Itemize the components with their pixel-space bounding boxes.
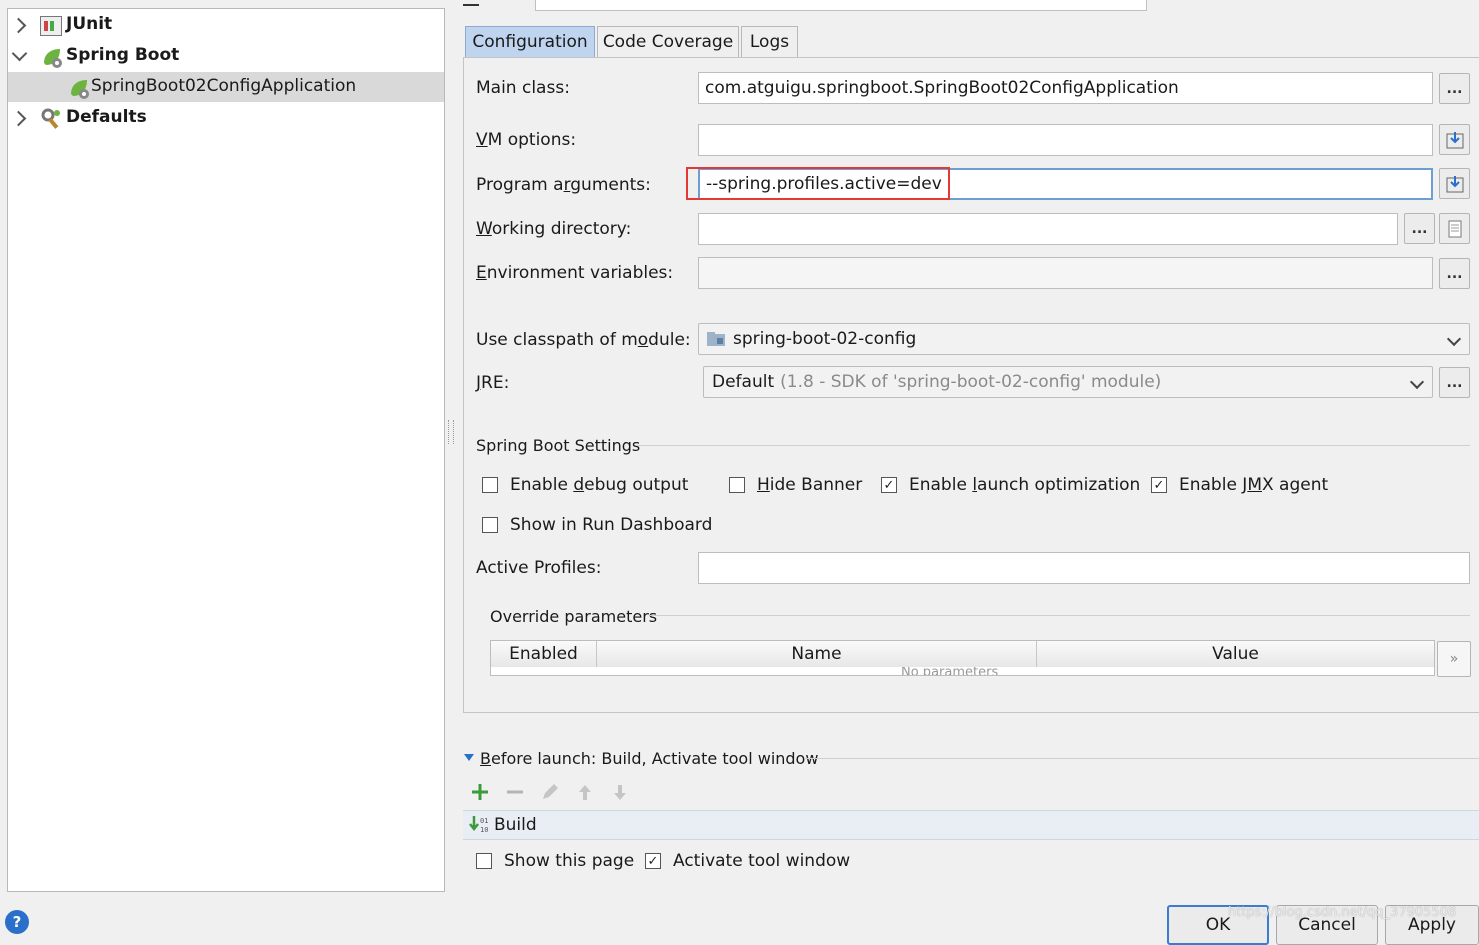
browse-working-dir-button[interactable]: ... [1404,213,1435,244]
jre-value: Default [712,372,775,392]
classpath-module-select[interactable]: spring-boot-02-config [698,323,1470,355]
tab-code-coverage[interactable]: Code Coverage [597,26,739,57]
tab-label: Logs [749,32,790,52]
watermark: https://blog.csdn.net/qq_37905508 [1228,905,1457,920]
expand-icon [1446,131,1463,148]
vm-options-field[interactable] [698,124,1433,156]
spring-boot-settings-title: Spring Boot Settings [476,436,641,455]
before-launch-title: Before launch: Build, Activate tool wind… [480,749,819,768]
chevron-down-icon[interactable] [11,45,28,62]
splitter-handle[interactable] [448,420,454,444]
ok-label: OK [1205,915,1231,935]
expand-program-args-button[interactable] [1439,168,1470,199]
chevron-down-icon [1446,331,1462,347]
activate-tool-window-checkbox[interactable]: ✓ [645,853,661,869]
show-in-run-dashboard-checkbox[interactable] [482,517,498,533]
expand-vm-options-button[interactable] [1439,124,1470,155]
override-parameters-title: Override parameters [490,607,658,626]
document-icon [1448,220,1461,237]
enable-launch-optimization-label: Enable launch optimization [909,475,1141,495]
remove-icon[interactable] [505,782,525,807]
before-launch-task-build[interactable]: 01 10 Build [463,810,1479,840]
classpath-module-value: spring-boot-02-config [733,329,917,349]
jre-label: JRE: [476,373,510,393]
tab-label: Code Coverage [602,32,734,52]
tree-item-label: Defaults [66,107,147,127]
tree-item-junit[interactable]: JUnit [8,10,444,40]
tree-item-spring-boot[interactable]: Spring Boot [8,41,444,71]
edit-pencil-icon[interactable] [540,782,560,807]
tab-label: Configuration [472,32,588,52]
classpath-label: Use classpath of module: [476,330,691,350]
tree-item-defaults[interactable]: Defaults [8,103,444,133]
add-icon[interactable] [470,782,490,807]
tree-item-label: Spring Boot [66,45,180,65]
chevron-right-icon[interactable] [10,17,27,34]
browse-main-class-button[interactable]: ... [1439,73,1470,104]
separator [650,615,1470,616]
empty-text: No parameters [901,667,999,675]
enable-debug-output-checkbox[interactable] [482,477,498,493]
column-header-name[interactable]: Name [597,641,1037,667]
table-empty-area: No parameters [491,667,1434,675]
main-class-field[interactable]: com.atguigu.springboot.SpringBoot02Confi… [698,72,1433,104]
active-profiles-label: Active Profiles: [476,558,602,578]
jre-detail: (1.8 - SDK of 'spring-boot-02-config' mo… [780,372,1162,392]
move-up-icon[interactable] [575,782,595,807]
show-this-page-label: Show this page [504,851,635,871]
tab-configuration[interactable]: Configuration [465,26,595,57]
task-label: Build [494,815,537,835]
junit-icon [40,16,62,36]
working-dir-field[interactable] [698,213,1398,245]
highlight-box [686,167,950,200]
spring-boot-icon [40,45,64,74]
enable-debug-output-label: Enable debug output [510,475,689,495]
hide-banner-checkbox[interactable] [729,477,745,493]
expand-table-button[interactable]: » [1437,641,1471,677]
env-vars-field[interactable] [698,257,1433,289]
active-profiles-field[interactable] [698,552,1470,584]
column-header-enabled[interactable]: Enabled [491,641,597,667]
collapse-triangle-icon[interactable] [464,754,474,761]
tree-item-springboot02configapplication[interactable]: SpringBoot02ConfigApplication [8,72,444,102]
help-button[interactable]: ? [5,910,29,934]
browse-jre-button[interactable]: ... [1439,367,1470,398]
build-icon: 01 10 [468,814,490,836]
activate-tool-window-label: Activate tool window [673,851,851,871]
tab-logs[interactable]: Logs [741,26,798,57]
chevron-right-icon[interactable] [10,110,27,127]
enable-launch-optimization-checkbox[interactable]: ✓ [881,477,897,493]
separator [636,445,1470,446]
config-name-field[interactable] [535,0,1147,11]
override-parameters-table[interactable]: Enabled Name Value No parameters [490,640,1435,676]
show-in-run-dashboard-label: Show in Run Dashboard [510,515,713,535]
enable-jmx-agent-checkbox[interactable]: ✓ [1151,477,1167,493]
svg-text:10: 10 [480,826,488,834]
svg-text:01: 01 [480,817,488,825]
wrench-icon [40,107,64,136]
tree-item-label: JUnit [66,14,113,34]
module-folder-icon [707,331,727,347]
working-dir-label: Working directory: [476,219,632,239]
expand-icon [1446,175,1463,192]
program-args-label: Program arguments: [476,175,651,195]
name-label-fragment [463,0,479,6]
main-class-label: Main class: [476,78,570,98]
column-header-value[interactable]: Value [1037,641,1434,667]
hide-banner-label: Hide Banner [757,475,863,495]
insert-macro-button[interactable] [1439,213,1470,244]
enable-jmx-agent-label: Enable JMX agent [1179,475,1329,495]
env-vars-label: Environment variables: [476,263,674,283]
separator [805,758,1479,759]
run-config-tree: JUnit Spring Boot SpringBoot02ConfigAppl… [7,8,445,892]
move-down-icon[interactable] [610,782,630,807]
edit-env-vars-button[interactable]: ... [1439,258,1470,289]
tree-item-label: SpringBoot02ConfigApplication [91,76,357,96]
chevron-down-icon [1409,374,1425,390]
jre-select[interactable]: Default (1.8 - SDK of 'spring-boot-02-co… [703,366,1433,398]
spring-app-icon [68,76,92,105]
vm-options-label: VM options: [476,130,577,150]
show-this-page-checkbox[interactable] [476,853,492,869]
